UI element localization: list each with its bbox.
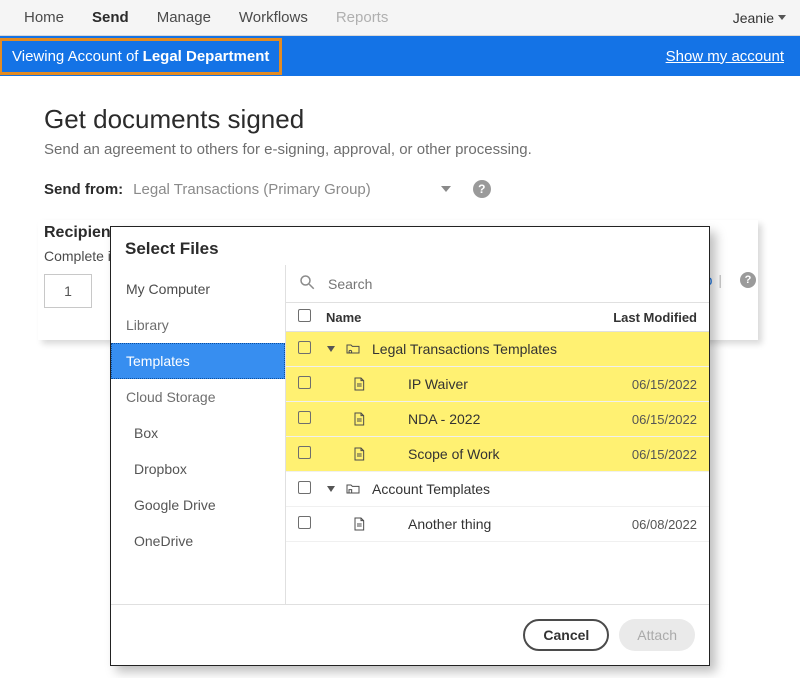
folder-row[interactable]: Account Templates xyxy=(286,472,709,507)
file-row[interactable]: IP Waiver 06/15/2022 xyxy=(286,367,709,402)
send-from-label: Send from: xyxy=(44,181,123,198)
sidebar-item-templates[interactable]: Templates xyxy=(111,343,285,379)
send-from-dropdown[interactable]: Legal Transactions (Primary Group) xyxy=(133,181,371,198)
recipient-order-box[interactable]: 1 xyxy=(44,274,92,308)
help-icon[interactable]: ? xyxy=(740,272,756,288)
file-row[interactable]: NDA - 2022 06/15/2022 xyxy=(286,402,709,437)
expand-toggle[interactable] xyxy=(322,486,340,492)
chevron-down-icon xyxy=(778,15,786,20)
select-files-dialog: Select Files My Computer Library Templat… xyxy=(110,226,710,666)
folder-icon xyxy=(340,480,366,498)
row-name: IP Waiver xyxy=(372,376,605,392)
search-icon xyxy=(298,273,316,294)
row-modified: 06/08/2022 xyxy=(605,517,697,532)
row-checkbox[interactable] xyxy=(298,481,311,494)
chevron-down-icon[interactable] xyxy=(441,186,451,192)
send-from-row: Send from: Legal Transactions (Primary G… xyxy=(44,180,756,198)
row-name: Scope of Work xyxy=(372,446,605,462)
dialog-sidebar: My Computer Library Templates Cloud Stor… xyxy=(111,265,286,604)
nav-manage[interactable]: Manage xyxy=(143,9,225,26)
row-modified: 06/15/2022 xyxy=(605,377,697,392)
viewing-account-prefix: Viewing Account of xyxy=(12,48,143,65)
sidebar-item-my-computer[interactable]: My Computer xyxy=(111,271,285,307)
folder-icon xyxy=(340,340,366,358)
nav-reports: Reports xyxy=(322,9,403,26)
column-name[interactable]: Name xyxy=(322,310,605,325)
sidebar-item-dropbox[interactable]: Dropbox xyxy=(111,451,285,487)
row-checkbox[interactable] xyxy=(298,516,311,529)
folder-row[interactable]: Legal Transactions Templates xyxy=(286,332,709,367)
document-icon xyxy=(346,375,372,393)
help-icon[interactable]: ? xyxy=(473,180,491,198)
page-subtitle: Send an agreement to others for e-signin… xyxy=(44,141,756,158)
account-banner: Viewing Account of Legal Department Show… xyxy=(0,36,800,76)
document-icon xyxy=(346,515,372,533)
row-name: Another thing xyxy=(372,516,605,532)
nav-home[interactable]: Home xyxy=(10,9,78,26)
row-checkbox[interactable] xyxy=(298,376,311,389)
user-name: Jeanie xyxy=(733,10,774,26)
file-list: Legal Transactions Templates IP Waiver 0… xyxy=(286,332,709,604)
sidebar-group-cloud-storage: Cloud Storage xyxy=(111,379,285,415)
row-modified: 06/15/2022 xyxy=(605,447,697,462)
document-icon xyxy=(346,445,372,463)
search-input[interactable] xyxy=(326,275,697,293)
table-header: Name Last Modified xyxy=(286,303,709,332)
nav-send[interactable]: Send xyxy=(78,9,143,26)
dialog-main: Name Last Modified Legal Transactions Te… xyxy=(286,265,709,604)
row-name: NDA - 2022 xyxy=(372,411,605,427)
attach-button: Attach xyxy=(619,619,695,651)
cancel-button[interactable]: Cancel xyxy=(523,619,609,651)
sidebar-item-google-drive[interactable]: Google Drive xyxy=(111,487,285,523)
user-menu[interactable]: Jeanie xyxy=(733,10,790,26)
row-modified: 06/15/2022 xyxy=(605,412,697,427)
sidebar-group-library: Library xyxy=(111,307,285,343)
chevron-down-icon xyxy=(327,486,335,492)
chevron-down-icon xyxy=(327,346,335,352)
complete-label: Complete i xyxy=(44,248,111,264)
row-checkbox[interactable] xyxy=(298,341,311,354)
viewing-account-badge: Viewing Account of Legal Department xyxy=(0,38,282,75)
column-last-modified[interactable]: Last Modified xyxy=(605,310,697,325)
dialog-title: Select Files xyxy=(111,227,709,265)
dialog-footer: Cancel Attach xyxy=(111,604,709,665)
search-row xyxy=(286,265,709,303)
nav-workflows[interactable]: Workflows xyxy=(225,9,322,26)
show-my-account-link[interactable]: Show my account xyxy=(666,48,790,65)
select-all-checkbox[interactable] xyxy=(298,309,311,322)
top-nav: Home Send Manage Workflows Reports Jeani… xyxy=(0,0,800,36)
row-name: Legal Transactions Templates xyxy=(366,341,605,357)
viewing-account-name: Legal Department xyxy=(143,48,270,65)
row-checkbox[interactable] xyxy=(298,411,311,424)
sidebar-item-onedrive[interactable]: OneDrive xyxy=(111,523,285,559)
expand-toggle[interactable] xyxy=(322,346,340,352)
file-row[interactable]: Scope of Work 06/15/2022 xyxy=(286,437,709,472)
page-title: Get documents signed xyxy=(44,104,756,135)
sidebar-item-box[interactable]: Box xyxy=(111,415,285,451)
row-checkbox[interactable] xyxy=(298,446,311,459)
row-name: Account Templates xyxy=(366,481,605,497)
file-row[interactable]: Another thing 06/08/2022 xyxy=(286,507,709,542)
document-icon xyxy=(346,410,372,428)
